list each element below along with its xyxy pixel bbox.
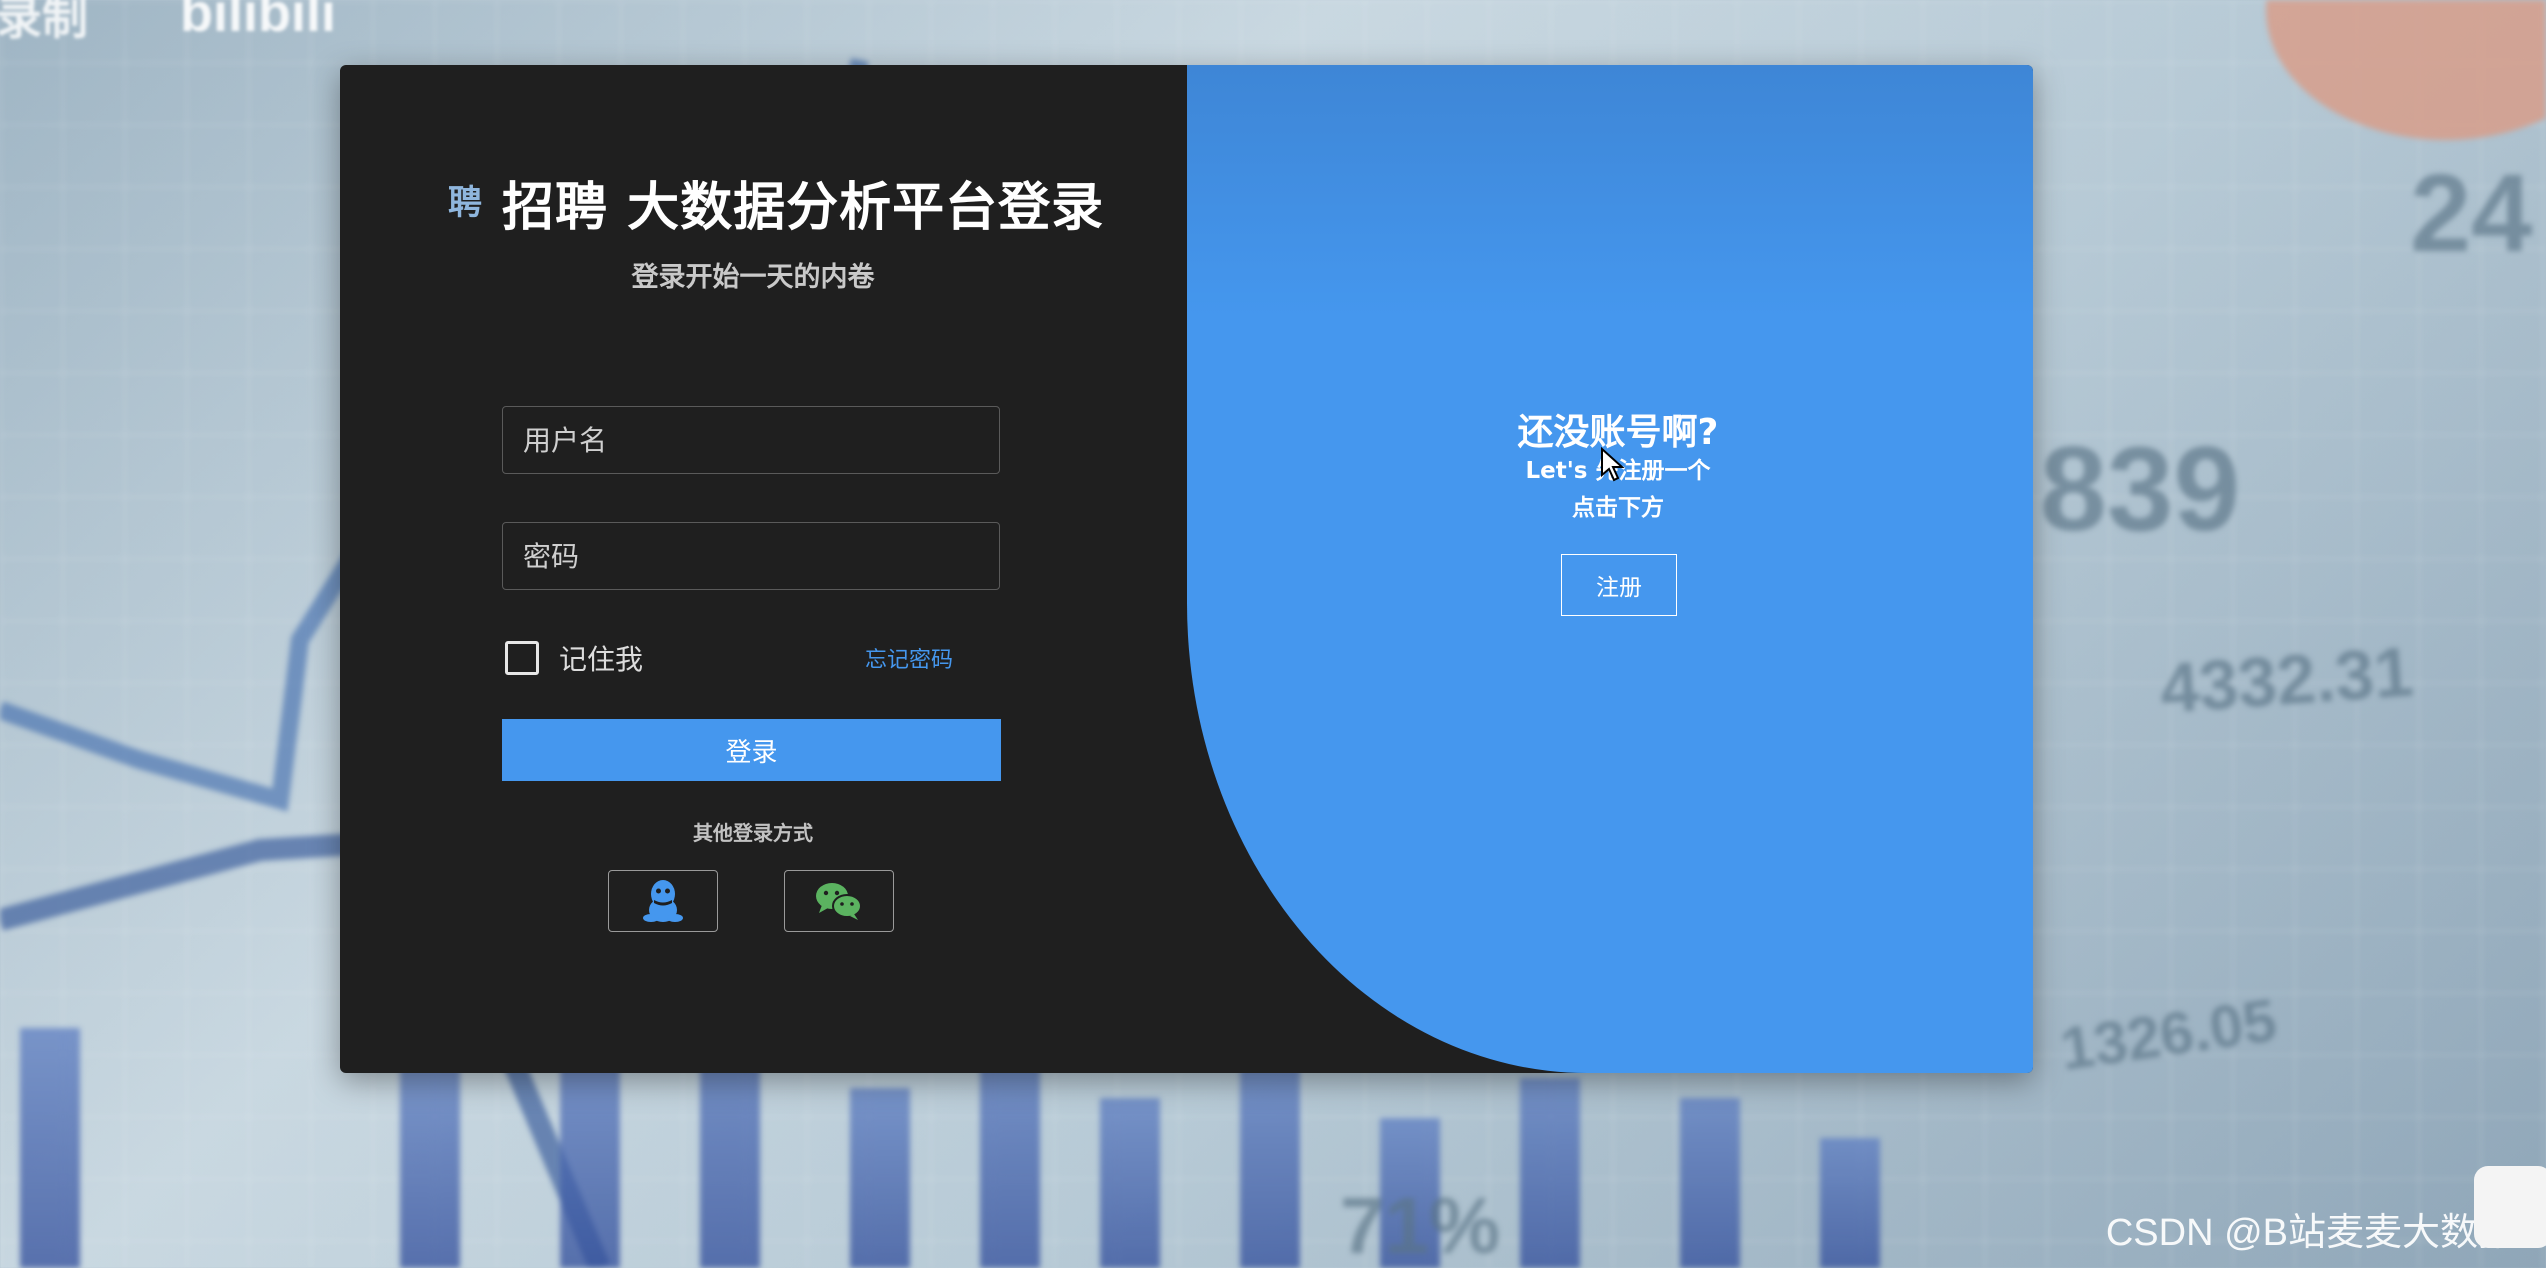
qq-icon [643,880,683,922]
username-input[interactable] [502,406,1000,474]
forgot-password-link[interactable]: 忘记密码 [865,642,953,674]
login-card: 聘 招聘 大数据分析平台登录 登录开始一天的内卷 记住我 忘记密码 登录 其他登… [340,65,2033,1073]
wechat-icon [816,883,862,920]
login-button[interactable]: 登录 [502,719,1001,781]
remember-label: 记住我 [559,643,644,676]
background-number: 71% [1340,1181,1501,1268]
promo-text-line-2: 点击下方 [1572,495,1664,521]
watermark: CSDN @B站麦麦大数据 [2105,1212,2516,1254]
register-promo: 还没账号啊? Let's 先注册一个 点击下方 注册 [1187,65,2033,1073]
qq-login-button[interactable] [608,870,718,932]
remember-checkbox[interactable] [505,641,539,675]
register-button[interactable]: 注册 [1561,554,1677,616]
remember-me[interactable]: 记住我 [505,638,643,678]
other-login-label: 其他登录方式 [693,821,813,845]
corner-text: 录制 [0,0,88,45]
wechat-login-button[interactable] [784,870,894,932]
login-panel: 聘 招聘 大数据分析平台登录 登录开始一天的内卷 记住我 忘记密码 登录 其他登… [340,65,1187,1073]
background-number: 24 [2410,152,2533,275]
title-row: 聘 招聘 大数据分析平台登录 [448,165,1104,240]
bilibili-tv-icon [2474,1166,2546,1248]
page-subtitle: 登录开始一天的内卷 [631,262,875,293]
password-input[interactable] [502,522,1000,590]
background-number: 839 [2040,422,2241,556]
bilibili-logo: bilibili [180,0,336,43]
recruit-logo-icon: 聘 [448,182,482,223]
mouse-cursor-icon [1601,447,1625,482]
page-title: 招聘 大数据分析平台登录 [502,178,1105,238]
